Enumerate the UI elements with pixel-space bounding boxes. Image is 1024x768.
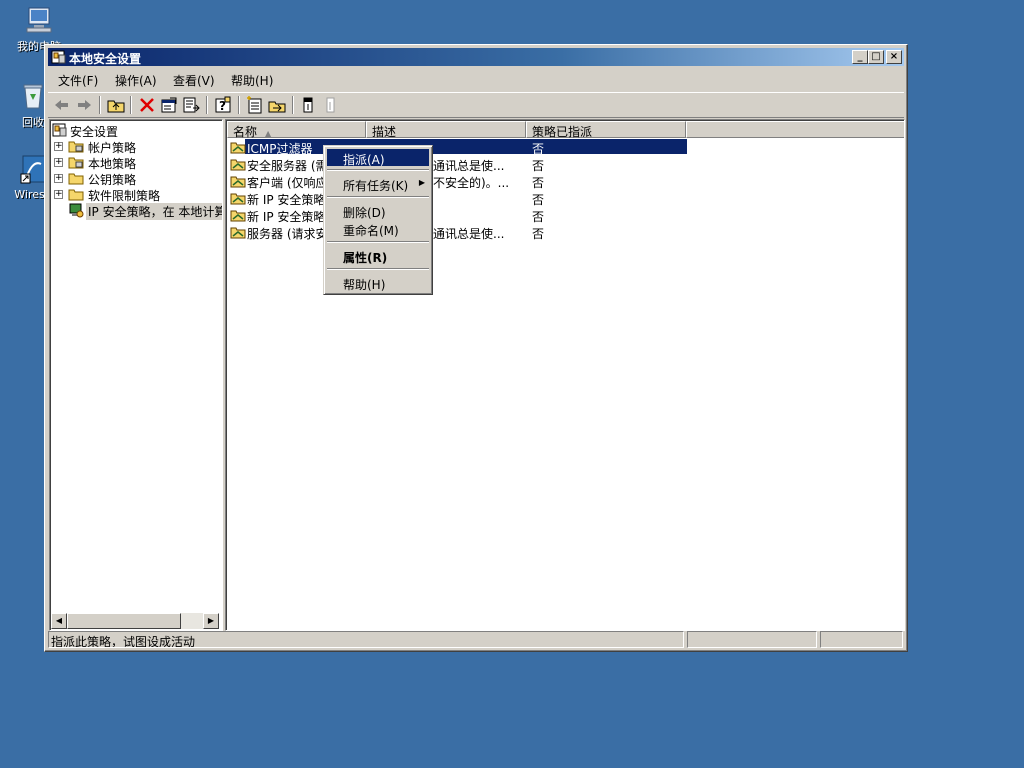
forward-icon[interactable]: [74, 96, 94, 114]
title-bar[interactable]: 本地安全设置 _ □ ×: [48, 48, 904, 66]
sort-ascending-icon: ▲: [265, 129, 272, 138]
toolbar-separator: [206, 96, 208, 114]
ip-policy-icon: [230, 224, 246, 240]
cell-description: 通讯总是使...: [433, 227, 505, 241]
cell-assigned: 否: [532, 227, 545, 241]
menu-item-help[interactable]: 帮助(H): [327, 274, 429, 292]
toolbar-separator: [130, 96, 132, 114]
tree-item-public-key-policy[interactable]: + 公钥策略: [50, 170, 220, 187]
menu-help[interactable]: 帮助(H): [231, 72, 273, 89]
table-row[interactable]: ICMP过滤器 否: [227, 139, 687, 156]
cell-assigned: 否: [532, 176, 545, 190]
tree-root[interactable]: 安全设置: [50, 122, 220, 139]
cell-assigned: 否: [532, 193, 545, 207]
close-button[interactable]: ×: [886, 50, 902, 64]
cell-assigned: 否: [532, 142, 545, 156]
column-header-filler: [686, 121, 904, 138]
menu-bar: 文件(F) 操作(A) 查看(V) 帮助(H): [48, 69, 904, 89]
delete-icon[interactable]: [137, 96, 157, 114]
column-header-name[interactable]: 名称 ▲: [227, 121, 366, 139]
column-header-description[interactable]: 描述: [366, 121, 526, 139]
policy-folder-icon: [68, 138, 84, 154]
tree-item-label: IP 安全策略，在 本地计算机: [86, 203, 222, 220]
expand-icon[interactable]: +: [54, 158, 63, 167]
back-icon[interactable]: [52, 96, 72, 114]
toolbar: ?: [48, 92, 904, 118]
column-header-assigned[interactable]: 策略已指派: [526, 121, 686, 139]
expand-icon[interactable]: +: [54, 142, 63, 151]
scroll-thumb[interactable]: [67, 613, 181, 629]
tree-item-software-restriction[interactable]: + 软件限制策略: [50, 186, 220, 203]
folder-icon: [68, 170, 84, 186]
submenu-arrow-icon: ▶: [418, 178, 425, 187]
menu-separator: [327, 169, 429, 171]
status-text: 指派此策略，试图设成活动: [48, 631, 684, 648]
ip-security-icon: [68, 202, 84, 218]
menu-item-rename[interactable]: 重命名(M): [327, 220, 429, 238]
menu-item-assign[interactable]: 指派(A): [327, 149, 429, 167]
expand-icon[interactable]: +: [54, 190, 63, 199]
scroll-left-icon[interactable]: ◀: [51, 613, 67, 629]
tree-item-ip-security[interactable]: IP 安全策略，在 本地计算机: [50, 202, 222, 220]
manage-filters-icon[interactable]: [267, 96, 287, 114]
menu-action[interactable]: 操作(A): [115, 72, 157, 89]
unassign-icon[interactable]: [321, 96, 341, 114]
cell-description: 不安全的)。...: [433, 176, 510, 190]
ip-policy-icon: [230, 156, 246, 172]
context-menu: 指派(A) 所有任务(K) ▶ 删除(D) 重命名(M) 属性(R) 帮助(H): [323, 145, 433, 295]
new-policy-icon[interactable]: [245, 96, 265, 114]
security-settings-icon: [52, 122, 68, 138]
menu-item-properties[interactable]: 属性(R): [327, 247, 429, 265]
cell-description: 通讯总是使...: [433, 159, 505, 173]
expand-icon[interactable]: +: [54, 174, 63, 183]
assign-icon[interactable]: [299, 96, 319, 114]
ip-policy-icon: [230, 190, 246, 206]
ip-policy-icon: [230, 139, 246, 155]
menu-separator: [327, 241, 429, 243]
menu-separator: [327, 196, 429, 198]
menu-separator: [327, 268, 429, 270]
menu-file[interactable]: 文件(F): [58, 72, 98, 89]
folder-icon: [68, 186, 84, 202]
help-icon[interactable]: ?: [213, 96, 233, 114]
table-row[interactable]: 安全服务器 (需 通讯总是使... 否: [227, 156, 687, 173]
list-header: 名称 ▲ 描述 策略已指派: [227, 121, 904, 139]
window-title: 本地安全设置: [69, 52, 142, 66]
status-panel-2: [687, 631, 817, 648]
menu-view[interactable]: 查看(V): [173, 72, 215, 89]
up-folder-icon[interactable]: [106, 96, 126, 114]
export-list-icon[interactable]: [181, 96, 201, 114]
my-computer-icon: [23, 4, 55, 36]
tree-horizontal-scrollbar[interactable]: ◀ ▶: [51, 613, 219, 629]
menu-item-delete[interactable]: 删除(D): [327, 202, 429, 220]
toolbar-separator: [238, 96, 240, 114]
table-row[interactable]: 客户端 (仅响应 不安全的)。... 否: [227, 173, 687, 190]
security-settings-icon: [51, 49, 67, 65]
menu-item-all-tasks[interactable]: 所有任务(K) ▶: [327, 175, 429, 193]
tree-pane[interactable]: 安全设置 + 帐户策略 + 本地策略 + 公钥策略 + 软件限制策略 IP 安全…: [49, 119, 223, 631]
ip-policy-icon: [230, 207, 246, 223]
table-row[interactable]: 新 IP 安全策略 否: [227, 207, 687, 224]
local-security-settings-window: 本地安全设置 _ □ × 文件(F) 操作(A) 查看(V) 帮助(H) ? 安…: [44, 44, 908, 652]
tree-item-local-policy[interactable]: + 本地策略: [50, 154, 220, 171]
properties-icon[interactable]: [159, 96, 179, 114]
scroll-right-icon[interactable]: ▶: [203, 613, 219, 629]
table-row[interactable]: 服务器 (请求安 通讯总是使... 否: [227, 224, 687, 241]
minimize-button[interactable]: _: [852, 50, 868, 64]
maximize-button[interactable]: □: [868, 50, 884, 64]
status-panel-3: [820, 631, 903, 648]
table-row[interactable]: 新 IP 安全策略 否: [227, 190, 687, 207]
cell-assigned: 否: [532, 210, 545, 224]
toolbar-separator: [292, 96, 294, 114]
ip-policy-icon: [230, 173, 246, 189]
policy-folder-icon: [68, 154, 84, 170]
cell-assigned: 否: [532, 159, 545, 173]
status-bar: 指派此策略，试图设成活动: [48, 631, 904, 649]
toolbar-separator: [99, 96, 101, 114]
tree-item-account-policy[interactable]: + 帐户策略: [50, 138, 220, 155]
